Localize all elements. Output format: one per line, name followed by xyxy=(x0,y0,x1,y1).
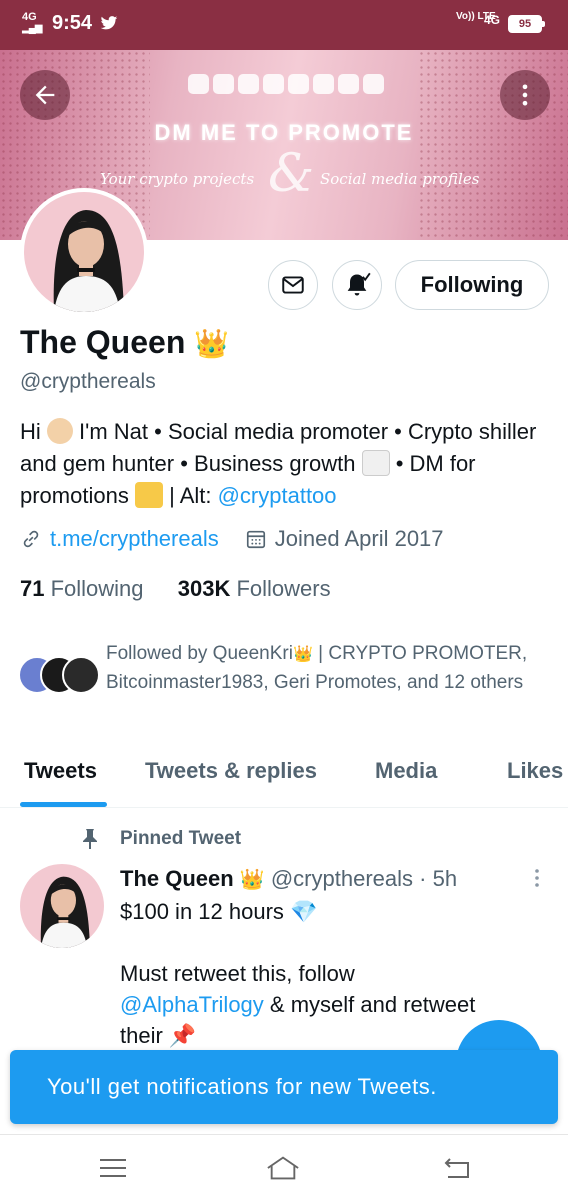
active-tab-indicator xyxy=(20,802,107,807)
followed-by-avatars[interactable] xyxy=(18,656,100,700)
gem-emoji-icon: 💎 xyxy=(290,899,318,924)
network-indicator-right: 4G xyxy=(484,13,501,27)
menu-icon xyxy=(100,1159,126,1177)
mail-icon xyxy=(282,276,304,294)
tab-tweets-replies[interactable]: Tweets & replies xyxy=(145,758,317,784)
banner-ampersand: & xyxy=(268,144,315,204)
avatar-image xyxy=(20,864,104,948)
profile-bio: Hi I'm Nat • Social media promoter • Cry… xyxy=(20,416,550,512)
profile-handle: @crypthereals xyxy=(20,370,156,393)
system-nav-bar xyxy=(0,1134,568,1200)
following-count: 71 xyxy=(20,576,45,601)
followers-label: Followers xyxy=(230,576,331,601)
pinned-tweet-label: Pinned Tweet xyxy=(80,828,241,850)
wave-emoji-icon xyxy=(46,418,73,444)
tab-likes[interactable]: Likes xyxy=(507,758,563,784)
following-button[interactable]: Following xyxy=(395,260,549,310)
more-options-button[interactable] xyxy=(500,70,550,120)
pinned-tweet-text: Pinned Tweet xyxy=(120,828,242,849)
bio-mention-link[interactable]: @cryptattoo xyxy=(218,483,337,508)
notification-toast: You'll get notifications for new Tweets. xyxy=(10,1050,558,1124)
tweet-mention-link[interactable]: @AlphaTrilogy xyxy=(120,992,264,1017)
tweet-author-name[interactable]: The Queen xyxy=(120,866,234,891)
banner-social-icons xyxy=(188,74,384,94)
battery-icon: 95 xyxy=(508,15,545,33)
tweet-line: Must retweet this, follow xyxy=(120,961,355,986)
crown-emoji-icon: 👑 xyxy=(239,869,265,891)
message-button[interactable] xyxy=(268,260,318,310)
joined-date: Joined April 2017 xyxy=(274,526,444,551)
back-nav-button[interactable] xyxy=(440,1153,474,1183)
tweet-line: & myself and retweet xyxy=(263,992,476,1017)
pushpin-emoji-icon: 📌 xyxy=(168,1023,197,1048)
followed-by-label: Followed by QueenKri xyxy=(106,643,293,664)
tiktok-icon xyxy=(363,74,384,94)
following-stat[interactable]: 71 Following xyxy=(20,576,144,601)
website-link[interactable]: t.me/crypthereals xyxy=(50,526,219,552)
home-icon xyxy=(267,1156,299,1180)
back-nav-icon xyxy=(444,1158,469,1178)
notifications-button[interactable] xyxy=(332,260,382,310)
tweet-more-icon[interactable] xyxy=(530,866,544,890)
profile-tabs: Tweets Tweets & replies Media Likes xyxy=(0,740,568,808)
followed-by-text[interactable]: Followed by QueenKri👑 | CRYPTO PROMOTER,… xyxy=(106,640,556,697)
reddit-icon xyxy=(288,74,309,94)
status-bar: 4G ▂▄▆ 9:54 Vo)) LTE 4G 95 xyxy=(0,0,568,50)
discord-icon xyxy=(213,74,234,94)
banner-right-text: Social media profiles xyxy=(320,170,480,188)
twitch-icon xyxy=(313,74,334,94)
tweet-line: their xyxy=(120,1023,169,1048)
menu-button[interactable] xyxy=(96,1153,130,1183)
tweet-header: The Queen 👑 @crypthereals · 5h xyxy=(120,866,457,892)
profile-stats: 71 Following 303K Followers xyxy=(20,576,331,602)
instagram-icon xyxy=(238,74,259,94)
followers-stat[interactable]: 303K Followers xyxy=(178,576,331,601)
youtube-icon xyxy=(338,74,359,94)
clock: 9:54 xyxy=(52,12,93,34)
profile-name: The Queen 👑 xyxy=(20,324,229,361)
link-icon xyxy=(23,530,39,548)
arrow-left-icon xyxy=(35,85,55,105)
twitter-notification-icon xyxy=(100,16,118,30)
telegram-icon xyxy=(263,74,284,94)
inbox-tray-emoji-icon xyxy=(134,482,163,508)
chart-increasing-emoji-icon xyxy=(361,450,390,476)
tweet-line: $100 in 12 hours xyxy=(120,899,291,924)
tab-tweets[interactable]: Tweets xyxy=(24,758,97,784)
crown-emoji-icon: 👑 xyxy=(194,328,230,359)
tab-media[interactable]: Media xyxy=(375,758,437,784)
vertical-dots-icon xyxy=(522,84,528,106)
network-label: 4G xyxy=(22,11,37,23)
home-button[interactable] xyxy=(266,1153,300,1183)
back-button[interactable] xyxy=(20,70,70,120)
profile-name-text: The Queen xyxy=(20,324,186,360)
tweet-time: · 5h xyxy=(419,866,458,891)
crown-emoji-icon: 👑 xyxy=(292,646,313,663)
banner-left-text: Your crypto projects xyxy=(100,170,255,188)
signal-icon: ▂▄▆ xyxy=(22,23,42,34)
follower-avatar xyxy=(62,656,100,694)
pin-icon xyxy=(83,829,97,849)
bell-check-icon xyxy=(347,272,371,296)
profile-avatar[interactable] xyxy=(20,188,148,316)
network-indicator: 4G ▂▄▆ xyxy=(22,11,42,35)
bio-text: | Alt: xyxy=(169,483,218,508)
profile-meta: t.me/crypthereals Joined April 2017 xyxy=(20,526,444,552)
bio-text: Hi xyxy=(20,419,41,444)
followers-count: 303K xyxy=(177,576,231,601)
tweet-author-handle: @crypthereals xyxy=(270,866,414,891)
calendar-icon xyxy=(246,530,265,549)
avatar-image xyxy=(24,192,144,312)
twitter-icon xyxy=(188,74,209,94)
banner-title: DM ME TO PROMOTE xyxy=(154,120,414,145)
tweet-avatar[interactable] xyxy=(20,864,104,948)
following-label: Following xyxy=(44,576,144,601)
